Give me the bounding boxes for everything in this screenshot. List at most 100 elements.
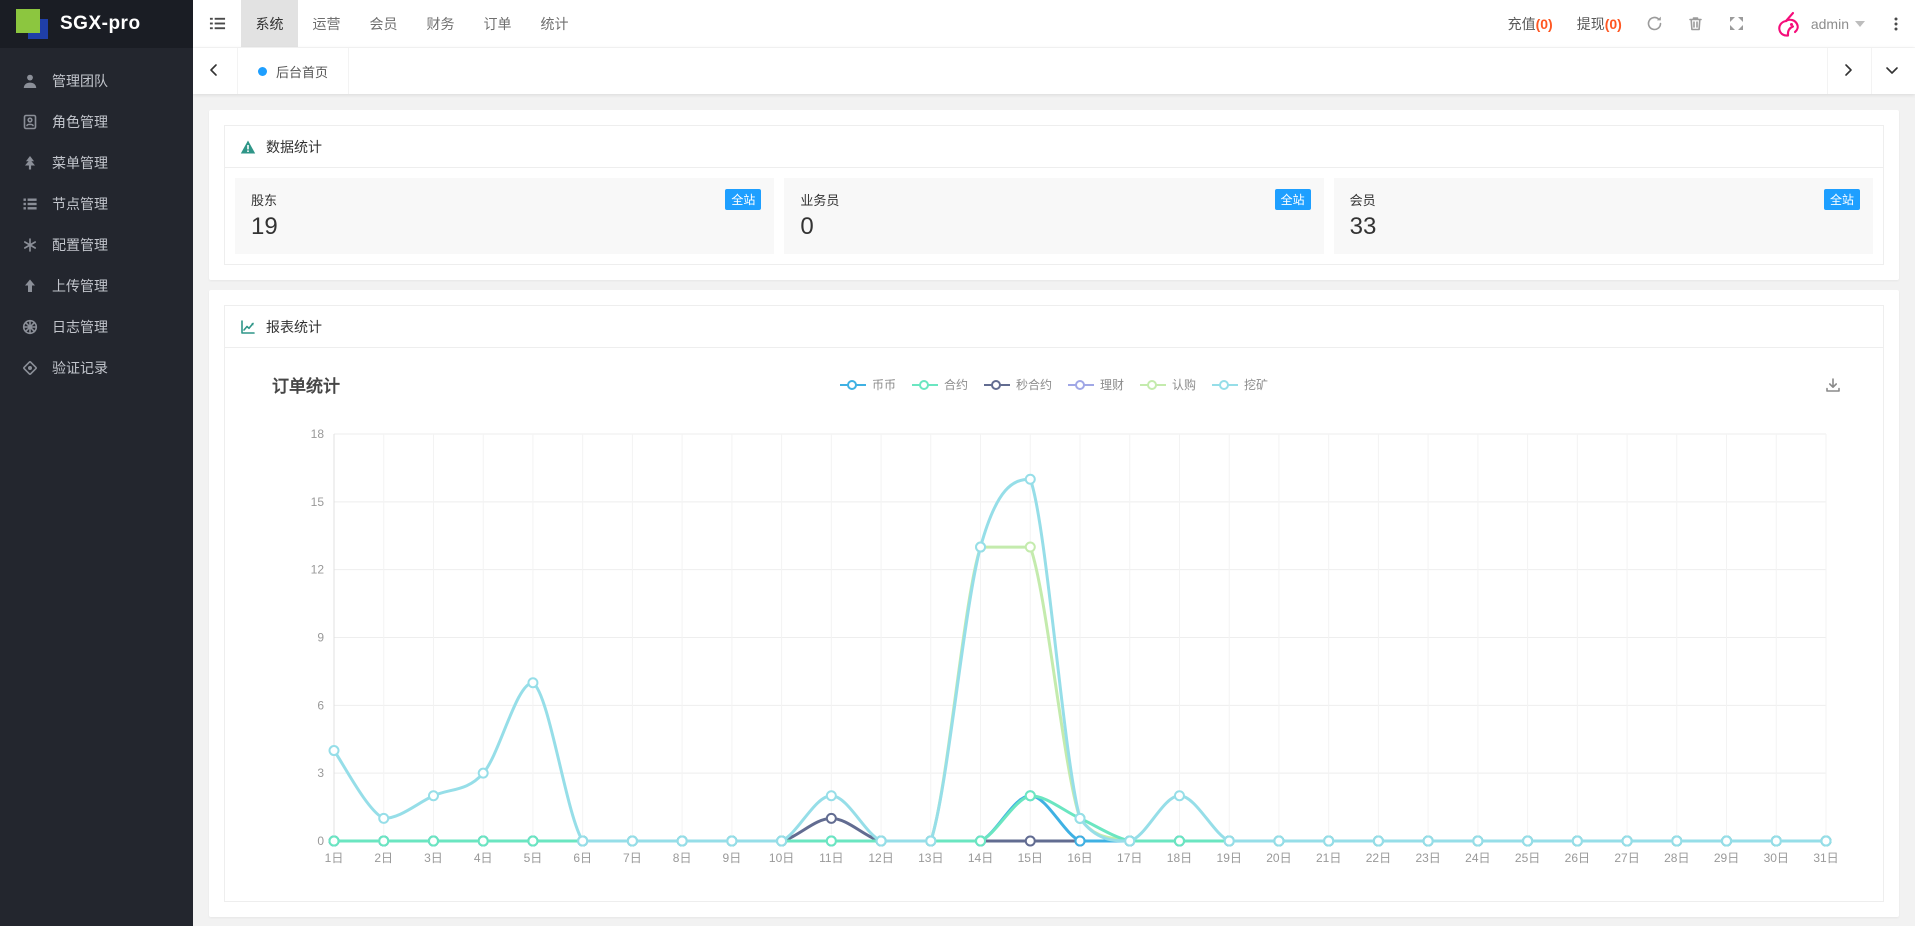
legend-label: 秒合约 [1016, 376, 1052, 393]
tab-options-button[interactable] [1871, 48, 1915, 94]
stat-value: 33 [1350, 213, 1857, 241]
legend-marker [991, 380, 1001, 390]
warning-triangle-icon [240, 139, 256, 155]
logo: SGX-pro [0, 0, 193, 48]
withdraw-link[interactable]: 提现(0) [1577, 14, 1622, 34]
recharge-count: (0) [1536, 16, 1553, 32]
sidebar-item-8[interactable]: 验证记录 [0, 347, 193, 388]
sidebar-item-4[interactable]: 节点管理 [0, 183, 193, 224]
topnav-tab-5[interactable]: 订单 [469, 0, 526, 47]
legend-item-5[interactable]: 认购 [1140, 376, 1196, 393]
recharge-link[interactable]: 充值(0) [1508, 14, 1553, 34]
legend-item-4[interactable]: 理财 [1068, 376, 1124, 393]
sidebar-item-6[interactable]: 上传管理 [0, 265, 193, 306]
stat-card-2: 业务员0全站 [784, 178, 1323, 254]
svg-text:2日: 2日 [374, 851, 393, 865]
svg-text:28日: 28日 [1664, 851, 1689, 865]
report-section-title: 报表统计 [266, 317, 322, 337]
legend-label: 合约 [944, 376, 968, 393]
line-chart-canvas[interactable]: 03691215181日2日3日4日5日6日7日8日9日10日11日12日13日… [240, 408, 1900, 886]
sidebar-item-label: 上传管理 [52, 276, 108, 296]
svg-text:21日: 21日 [1316, 851, 1341, 865]
legend-marker [1219, 380, 1229, 390]
topnav-tab-4[interactable]: 财务 [412, 0, 469, 47]
svg-text:9日: 9日 [723, 851, 742, 865]
stats-panel-header: 数据统计 [225, 126, 1883, 168]
target-icon [22, 360, 38, 376]
withdraw-count: (0) [1605, 16, 1622, 32]
logo-square-green [16, 9, 40, 33]
tabbar-spacer [349, 48, 1827, 94]
sidebar-item-5[interactable]: 配置管理 [0, 224, 193, 265]
legend-marker [1147, 380, 1157, 390]
svg-text:6: 6 [317, 698, 324, 712]
stat-badge: 全站 [1275, 189, 1311, 210]
svg-text:1日: 1日 [325, 851, 344, 865]
hamburger-icon [209, 15, 226, 32]
collapse-menu-button[interactable] [193, 0, 241, 47]
app-title: SGX-pro [60, 13, 141, 35]
legend-marker [919, 380, 929, 390]
stat-card-1: 股东19全站 [235, 178, 774, 254]
chart-header: 订单统计 币币合约秒合约理财认购挖矿 [240, 366, 1868, 408]
stat-badge: 全站 [725, 189, 761, 210]
svg-text:24日: 24日 [1465, 851, 1490, 865]
app-root: SGX-pro 管理团队角色管理菜单管理节点管理配置管理上传管理日志管理验证记录… [0, 0, 1915, 926]
svg-text:19日: 19日 [1217, 851, 1242, 865]
tab-scroll-left-button[interactable] [193, 48, 237, 94]
svg-text:14日: 14日 [968, 851, 993, 865]
legend-label: 挖矿 [1244, 376, 1268, 393]
legend-item-2[interactable]: 合约 [912, 376, 968, 393]
username: admin [1811, 16, 1849, 32]
legend-label: 认购 [1172, 376, 1196, 393]
upload-icon [22, 278, 38, 294]
active-tab-dot [258, 67, 267, 76]
tab-scroll-right-button[interactable] [1827, 48, 1871, 94]
stat-label: 会员 [1350, 190, 1857, 209]
svg-text:18日: 18日 [1167, 851, 1192, 865]
topnav-tab-1[interactable]: 系统 [241, 0, 298, 47]
tab-home[interactable]: 后台首页 [237, 48, 349, 94]
more-vertical-icon[interactable] [1889, 16, 1903, 32]
legend-item-1[interactable]: 币币 [840, 376, 896, 393]
refresh-icon[interactable] [1646, 15, 1663, 32]
sidebar-item-3[interactable]: 菜单管理 [0, 142, 193, 183]
svg-text:20日: 20日 [1266, 851, 1291, 865]
svg-text:9: 9 [317, 631, 324, 645]
legend-item-6[interactable]: 挖矿 [1212, 376, 1268, 393]
svg-text:15日: 15日 [1018, 851, 1043, 865]
svg-text:26日: 26日 [1565, 851, 1590, 865]
fullscreen-icon[interactable] [1728, 15, 1745, 32]
report-card: 报表统计 订单统计 币币合约秒合约理财认购挖矿 03691215181日2日3日… [209, 290, 1899, 917]
legend-label: 币币 [872, 376, 896, 393]
legend-swatch [1212, 380, 1238, 390]
topnav-tab-6[interactable]: 统计 [526, 0, 583, 47]
report-panel: 报表统计 订单统计 币币合约秒合约理财认购挖矿 03691215181日2日3日… [224, 305, 1884, 902]
topbar-actions: 充值(0) 提现(0) admin [1508, 0, 1915, 47]
legend-item-3[interactable]: 秒合约 [984, 376, 1052, 393]
sidebar-item-7[interactable]: 日志管理 [0, 306, 193, 347]
svg-text:11日: 11日 [819, 851, 843, 865]
svg-text:3日: 3日 [424, 851, 443, 865]
svg-text:30日: 30日 [1764, 851, 1789, 865]
svg-text:12日: 12日 [868, 851, 893, 865]
svg-text:8日: 8日 [673, 851, 692, 865]
topnav-tab-3[interactable]: 会员 [355, 0, 412, 47]
list-icon [22, 196, 38, 212]
sidebar: SGX-pro 管理团队角色管理菜单管理节点管理配置管理上传管理日志管理验证记录 [0, 0, 193, 926]
globe-icon [22, 319, 38, 335]
download-icon[interactable] [1824, 376, 1842, 394]
stat-label: 业务员 [800, 190, 1307, 209]
topnav-tabs: 系统运营会员财务订单统计 [241, 0, 583, 47]
svg-text:6日: 6日 [573, 851, 592, 865]
sidebar-item-2[interactable]: 角色管理 [0, 101, 193, 142]
svg-text:15: 15 [311, 495, 325, 509]
chevron-down-icon [1885, 63, 1902, 80]
legend-swatch [1140, 380, 1166, 390]
trash-icon[interactable] [1687, 15, 1704, 32]
stat-card-3: 会员33全站 [1334, 178, 1873, 254]
user-menu[interactable]: admin [1769, 9, 1865, 39]
topnav-tab-2[interactable]: 运营 [298, 0, 355, 47]
sidebar-item-label: 日志管理 [52, 317, 108, 337]
sidebar-item-1[interactable]: 管理团队 [0, 60, 193, 101]
